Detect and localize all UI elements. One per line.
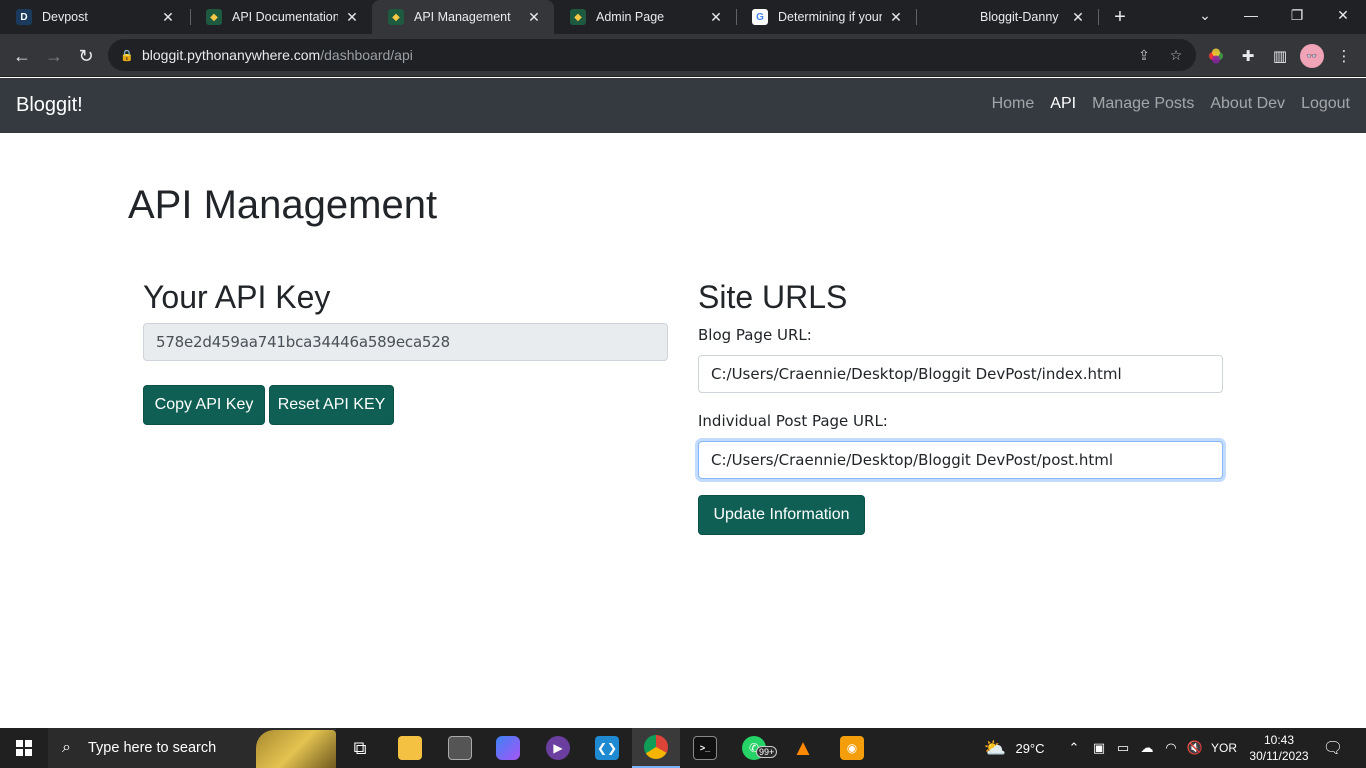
extensions-puzzle-icon[interactable]: ✚	[1238, 46, 1258, 66]
tab-close-icon[interactable]: ✕	[526, 9, 542, 26]
volume-muted-icon[interactable]: 🔇	[1184, 728, 1206, 768]
weather-icon[interactable]: ⛅	[980, 728, 1010, 768]
tab-title: API Documentation	[232, 10, 338, 24]
tab-bloggit-danny[interactable]: Bloggit-Danny ✕	[916, 0, 1098, 34]
search-highlight-image	[256, 730, 336, 768]
whatsapp-icon[interactable]: ✆ 99+	[730, 728, 778, 768]
chrome-icon[interactable]	[632, 728, 680, 768]
tab-title: Bloggit-Danny	[980, 10, 1059, 24]
whatsapp-badge: 99+	[756, 746, 778, 758]
url-host: bloggit.pythonanywhere.com	[142, 47, 321, 63]
tab-divider	[1098, 9, 1099, 25]
site-urls-heading: Site URLS	[698, 279, 848, 315]
clock-time: 10:43	[1263, 733, 1295, 747]
windows-logo-icon	[16, 740, 32, 756]
tab-api-management[interactable]: ◆ API Management ✕	[372, 0, 554, 34]
google-favicon-icon: G	[752, 9, 768, 25]
copilot-icon[interactable]	[484, 728, 532, 768]
side-panel-icon[interactable]: ▥	[1270, 46, 1290, 66]
taskbar-search-box[interactable]: ⌕ Type here to search	[48, 728, 336, 768]
search-icon: ⌕	[62, 739, 71, 756]
close-window-icon[interactable]: ✕	[1320, 0, 1366, 30]
minimize-icon[interactable]: —	[1228, 0, 1274, 30]
start-button[interactable]	[0, 728, 48, 768]
tab-title: API Management	[414, 10, 511, 24]
tray-overflow-chevron-icon[interactable]: ⌃	[1064, 728, 1084, 768]
windows-taskbar: ⌕ Type here to search ⧉ ▶ ❮❯ >_ ✆ 99+ ▲ …	[0, 728, 1366, 768]
battery-icon[interactable]: ▭	[1112, 728, 1134, 768]
weather-temperature[interactable]: 29°C	[1012, 728, 1048, 768]
pythonanywhere-favicon-icon: ◆	[206, 9, 222, 25]
clock-date: 30/11/2023	[1249, 749, 1309, 763]
blog-url-input[interactable]: C:/Users/Craennie/Desktop/Bloggit DevPos…	[698, 355, 1223, 393]
tab-admin-page[interactable]: ◆ Admin Page ✕	[554, 0, 736, 34]
input-language[interactable]: YOR	[1208, 728, 1240, 768]
post-url-input[interactable]: C:/Users/Craennie/Desktop/Bloggit DevPos…	[698, 441, 1223, 479]
profile-avatar[interactable]: 👓	[1300, 44, 1324, 68]
meet-now-icon[interactable]: ▣	[1088, 728, 1110, 768]
address-bar[interactable]: 🔒 bloggit.pythonanywhere.com/dashboard/a…	[108, 39, 1196, 71]
media-player-icon[interactable]: ▶	[534, 728, 582, 768]
restore-icon[interactable]: ❐	[1274, 0, 1320, 30]
taskbar-clock[interactable]: 10:43 30/11/2023	[1248, 732, 1310, 764]
nav-link-about-dev[interactable]: About Dev	[1202, 95, 1293, 113]
file-explorer-icon[interactable]	[386, 728, 434, 768]
pythonanywhere-favicon-icon: ◆	[570, 9, 586, 25]
cloud-sync-icon[interactable]: ☁	[1136, 728, 1158, 768]
tab-title: Determining if your c	[778, 10, 882, 24]
back-arrow-icon[interactable]: ←	[8, 42, 36, 70]
blog-url-label: Blog Page URL:	[698, 326, 812, 344]
color-extension-icon[interactable]	[1206, 46, 1226, 66]
tab-api-documentation[interactable]: ◆ API Documentation ✕	[190, 0, 372, 34]
task-view-icon[interactable]: ⧉	[336, 728, 384, 768]
url-path: /dashboard/api	[320, 47, 413, 63]
reload-icon[interactable]: ↻	[72, 42, 100, 70]
tab-close-icon[interactable]: ✕	[160, 9, 176, 26]
tab-close-icon[interactable]: ✕	[344, 9, 360, 26]
vlc-icon[interactable]: ▲	[779, 728, 827, 768]
nav-link-logout[interactable]: Logout	[1293, 95, 1358, 113]
tab-title: Admin Page	[596, 10, 665, 24]
pythonanywhere-favicon-icon: ◆	[388, 9, 404, 25]
api-key-heading: Your API Key	[143, 279, 331, 315]
tab-close-icon[interactable]: ✕	[1070, 9, 1086, 26]
browser-tab-strip: D Devpost ✕ ◆ API Documentation ✕ ◆ API …	[0, 0, 1366, 34]
url-text: bloggit.pythonanywhere.com/dashboard/api	[142, 47, 413, 63]
lock-icon[interactable]: 🔒	[120, 49, 136, 62]
tab-title: Devpost	[42, 10, 88, 24]
nav-link-manage-posts[interactable]: Manage Posts	[1084, 95, 1202, 113]
recorder-app-icon[interactable]: ◉	[828, 728, 876, 768]
update-information-button[interactable]: Update Information	[698, 495, 865, 535]
taskbar-search-placeholder: Type here to search	[88, 740, 217, 756]
notifications-icon[interactable]: 🗨	[1318, 736, 1348, 760]
wifi-icon[interactable]: ◠	[1160, 728, 1182, 768]
tab-devpost[interactable]: D Devpost ✕	[0, 0, 188, 34]
nav-link-api[interactable]: API	[1042, 95, 1084, 113]
devpost-favicon-icon: D	[16, 9, 32, 25]
forward-arrow-icon[interactable]: →	[40, 42, 68, 70]
page-title: API Management	[128, 183, 438, 227]
app-window-icon[interactable]	[436, 728, 484, 768]
copy-api-key-button[interactable]: Copy API Key	[143, 385, 265, 425]
nav-link-home[interactable]: Home	[984, 95, 1043, 113]
tab-close-icon[interactable]: ✕	[708, 9, 724, 26]
terminal-icon[interactable]: >_	[681, 728, 729, 768]
browser-menu-icon[interactable]: ⋮	[1334, 46, 1354, 66]
nav-links: Home API Manage Posts About Dev Logout	[984, 95, 1358, 113]
share-icon[interactable]: ⇪	[1134, 45, 1154, 65]
tab-google-search[interactable]: G Determining if your c ✕	[736, 0, 916, 34]
post-url-label: Individual Post Page URL:	[698, 412, 888, 430]
tab-search-chevron-icon[interactable]: ⌄	[1182, 0, 1228, 30]
site-navbar: Bloggit! Home API Manage Posts About Dev…	[0, 78, 1366, 133]
vscode-icon[interactable]: ❮❯	[583, 728, 631, 768]
bookmark-star-icon[interactable]: ☆	[1166, 45, 1186, 65]
site-brand[interactable]: Bloggit!	[16, 94, 83, 117]
reset-api-key-button[interactable]: Reset API KEY	[269, 385, 394, 425]
new-tab-icon[interactable]: +	[1108, 4, 1132, 30]
browser-toolbar: ← → ↻ 🔒 bloggit.pythonanywhere.com/dashb…	[0, 34, 1366, 77]
api-key-field[interactable]: 578e2d459aa741bca34446a589eca528	[143, 323, 668, 361]
tab-close-icon[interactable]: ✕	[888, 9, 904, 26]
